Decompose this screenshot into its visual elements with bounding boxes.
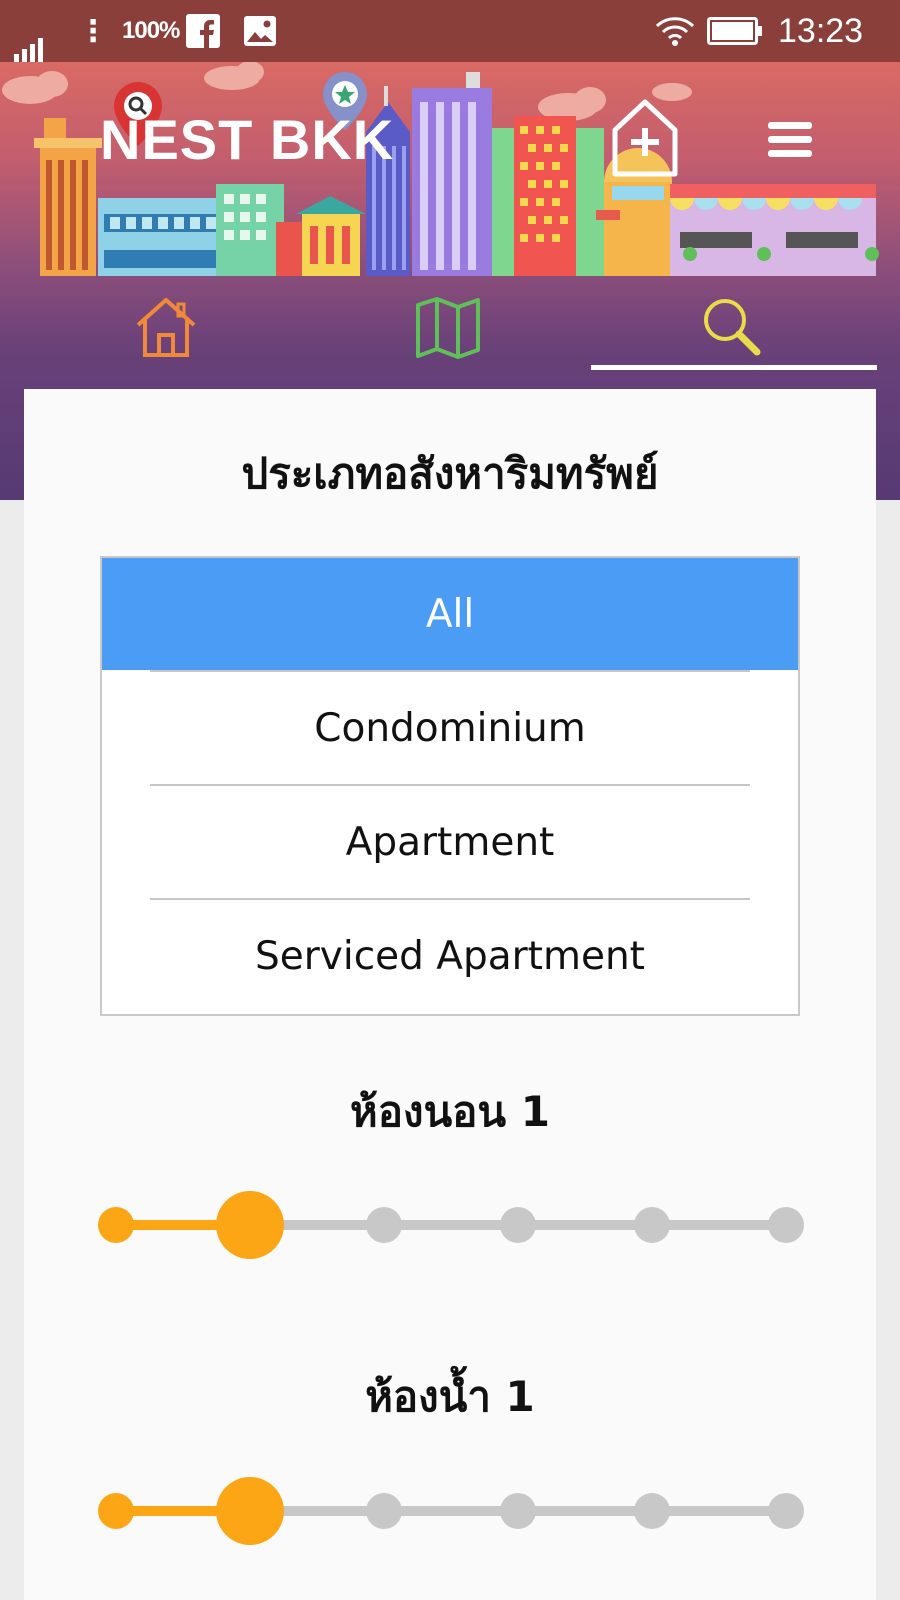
menu-button[interactable] [766,120,816,164]
hamburger-menu-icon [768,122,812,157]
more-notifications-icon: ⋮ [78,13,108,49]
bathrooms-title: ห้องน้ำ 1 [365,1372,535,1421]
tab-home[interactable] [66,282,266,372]
slider-stop[interactable] [768,1493,804,1529]
add-listing-button[interactable] [607,96,687,184]
type-option-condominium[interactable]: Condominium [102,672,798,784]
slider-stop[interactable] [500,1493,536,1529]
slider-stop[interactable] [634,1207,670,1243]
property-type-title: ประเภทอสังหาริมทรัพย์ [241,449,659,498]
home-icon [136,298,196,357]
type-option-serviced-apartment[interactable]: Serviced Apartment [102,900,798,1012]
tab-search[interactable] [632,282,832,372]
slider-stop[interactable] [768,1207,804,1243]
type-option-apartment[interactable]: Apartment [102,786,798,898]
facebook-icon [186,0,220,62]
property-type-list: All Condominium Apartment Serviced Apart… [100,556,800,1016]
slider-thumb[interactable] [216,1477,284,1545]
home-plus-icon [612,99,678,177]
slider-stop[interactable] [634,1493,670,1529]
bedrooms-title: ห้องนอน 1 [350,1087,550,1136]
slider-stop[interactable] [366,1207,402,1243]
search-filter-card: ประเภทอสังหาริมทรัพย์ All Condominium Ap… [24,389,876,1600]
status-time: 13:23 [778,11,864,50]
search-icon [704,299,761,356]
slider-stop[interactable] [98,1207,134,1243]
type-option-all[interactable]: All [102,558,798,670]
image-notification-icon [243,0,277,62]
app-logo-text: NEST BKK [100,108,395,171]
selected-tab-indicator [591,365,877,370]
slider-stop[interactable] [98,1493,134,1529]
map-icon [416,297,480,359]
slider-stop[interactable] [500,1207,536,1243]
slider-thumb[interactable] [216,1191,284,1259]
battery-percent: 100% [122,17,180,44]
signal-icon [14,0,46,62]
status-bar: ⋮ 100% 13:23 [0,0,900,62]
bedrooms-slider[interactable] [98,1189,804,1259]
slider-stop[interactable] [366,1493,402,1529]
tab-map[interactable] [348,282,548,372]
wifi-icon [655,0,695,62]
battery-icon [707,0,763,62]
bathrooms-slider[interactable] [98,1475,804,1545]
